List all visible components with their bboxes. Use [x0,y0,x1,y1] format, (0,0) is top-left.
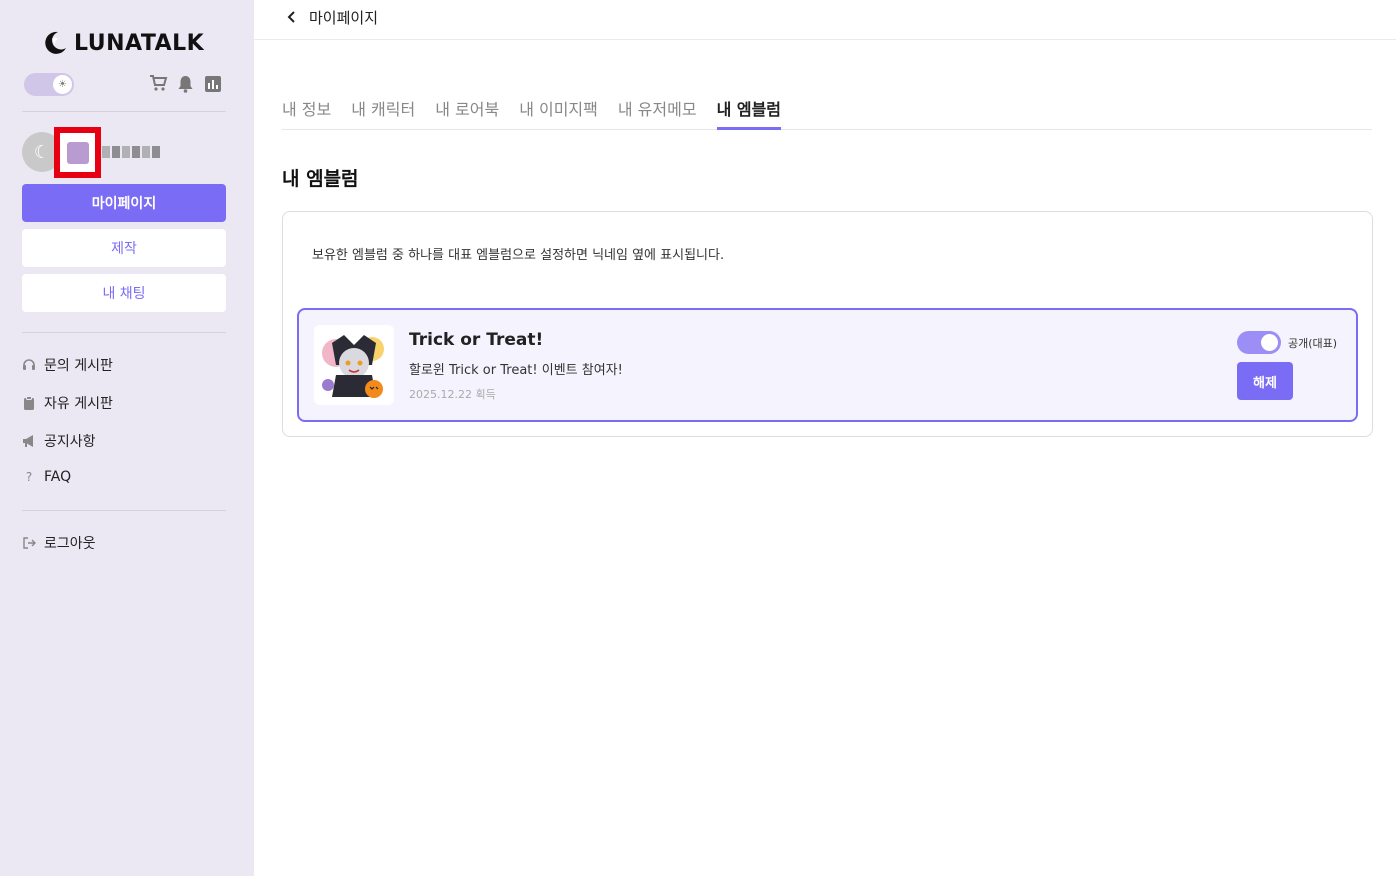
logo[interactable]: LUNATALK [42,28,204,58]
section-title: 내 엠블럼 [282,168,359,190]
top-icons [149,74,222,93]
sun-icon: ☀ [53,75,72,94]
menu-item-free-board[interactable]: 자유 게시판 [22,393,113,413]
brand-name: LUNATALK [74,30,205,56]
emblem-description: 할로윈 Trick or Treat! 이벤트 참여자! [409,363,623,378]
divider [22,332,226,333]
mypage-button[interactable]: 마이페이지 [22,184,226,222]
my-chat-button[interactable]: 내 채팅 [22,274,226,312]
question-icon: ? [25,470,33,484]
menu-item-faq[interactable]: ? FAQ [22,469,71,485]
emblem-name: Trick or Treat! [409,330,544,350]
public-representative-toggle[interactable] [1237,331,1281,354]
mypage-tabs: 내 정보 내 캐릭터 내 로어북 내 이미지팩 내 유저메모 내 엠블럼 [282,94,1372,130]
megaphone-icon [22,434,36,448]
profile[interactable]: ☾ [22,127,160,178]
tab-my-lorebook[interactable]: 내 로어북 [435,94,499,130]
clipboard-icon [22,396,36,410]
tab-my-info[interactable]: 내 정보 [282,94,331,130]
page-title: 마이페이지 [309,9,379,27]
logout-icon [22,536,36,550]
chart-icon[interactable] [203,74,222,93]
tab-my-usermemo[interactable]: 내 유저메모 [618,94,697,130]
emblem-thumbnail [66,141,89,164]
representative-emblem-badge [54,127,101,178]
logout-label: 로그아웃 [44,536,96,552]
emblem-card[interactable]: Trick or Treat! 할로윈 Trick or Treat! 이벤트 … [297,308,1358,422]
emblem-image [314,325,394,405]
public-representative-label: 공개(대표) [1288,337,1338,350]
theme-toggle[interactable]: ☀ [24,73,74,96]
divider [22,510,226,511]
cart-icon[interactable] [149,74,168,93]
emblem-description-text: 보유한 엠블럼 중 하나를 대표 엠블럼으로 설정하면 닉네임 옆에 표시됩니다… [312,248,725,263]
menu-item-notice[interactable]: 공지사항 [22,431,96,451]
emblem-acquired-date: 2025.12.22 획득 [409,388,496,401]
sidebar: LUNATALK ☀ ☾ 마이페이지 제작 내 채팅 문의 게시판 자유 게시판… [0,0,254,876]
tab-my-emblem[interactable]: 내 엠블럼 [716,94,782,130]
back-arrow-icon[interactable] [284,9,300,25]
menu-item-label: 공지사항 [44,434,96,450]
nickname-blurred [102,146,160,158]
menu-item-label: FAQ [44,469,72,485]
toggle-knob [1261,334,1278,351]
tab-my-characters[interactable]: 내 캐릭터 [351,94,415,130]
page-header: 마이페이지 [254,0,1396,40]
moon-logo-icon [45,31,66,54]
main-content: 마이페이지 내 정보 내 캐릭터 내 로어북 내 이미지팩 내 유저메모 내 엠… [254,0,1396,876]
headset-icon [22,358,36,372]
tab-my-imagepack[interactable]: 내 이미지팩 [519,94,598,130]
release-button[interactable]: 해제 [1237,362,1293,400]
bell-icon[interactable] [176,74,195,93]
menu-item-label: 문의 게시판 [44,358,113,374]
logout-button[interactable]: 로그아웃 [22,533,96,553]
menu-item-label: 자유 게시판 [44,396,113,412]
create-button[interactable]: 제작 [22,229,226,267]
emblem-panel: 보유한 엠블럼 중 하나를 대표 엠블럼으로 설정하면 닉네임 옆에 표시됩니다… [282,211,1373,437]
divider [22,111,226,112]
menu-item-inquiry-board[interactable]: 문의 게시판 [22,355,113,375]
